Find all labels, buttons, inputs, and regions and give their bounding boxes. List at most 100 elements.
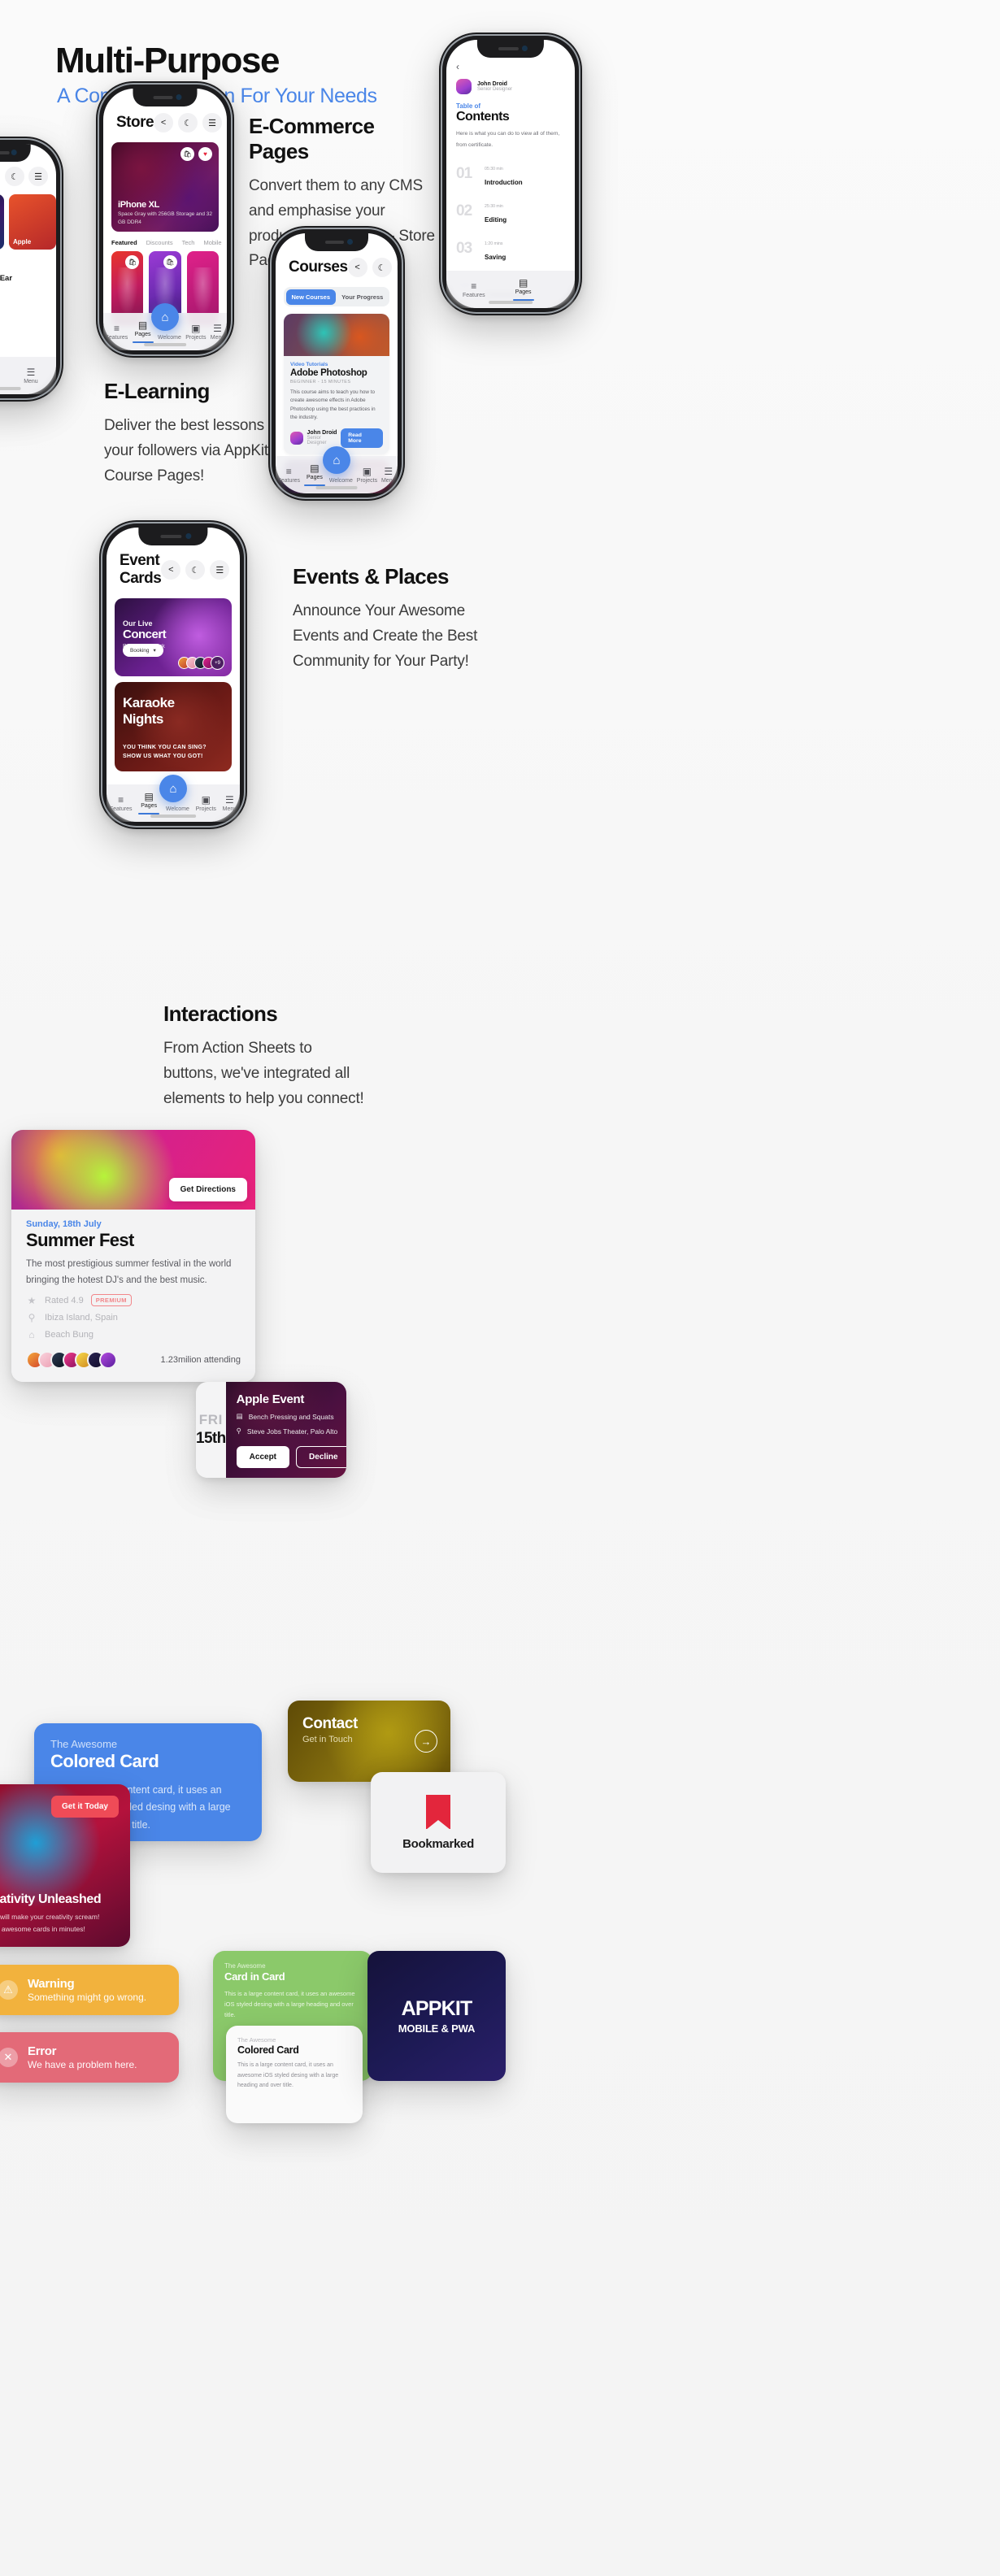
apple-event-card[interactable]: FRI 15th Apple Event ▤ Bench Pressing an… [196,1382,346,1478]
clipboard-icon: ▤ [236,1412,243,1420]
item-number: 01 [456,165,472,183]
bag-icon[interactable]: 🛍 [180,147,194,161]
author-role: Senior Designer [307,436,327,445]
moon-icon[interactable]: ☾ [178,113,198,132]
section-heading: E-Commerce Pages [249,114,375,163]
creativity-card[interactable]: Get it Today Creativity Unleashed Appkit… [0,1784,130,1947]
warning-alert[interactable]: ⚠ Warning Something might go wrong. [0,1965,179,2015]
menu-icon[interactable]: ☰ [202,113,223,132]
decline-button[interactable]: Decline [296,1446,346,1468]
brand-card[interactable]: Samsung [0,194,4,250]
menu-icon: ☰ [213,322,222,334]
tab-features[interactable]: ≡ Features [277,467,300,484]
event-card-concert[interactable]: Our Live Concert Bronx, New York Booking… [115,598,232,676]
list-item[interactable]: 02 25:30 min Editing [456,193,565,230]
welcome-home-button[interactable]: ⌂ [151,303,179,331]
chip-mobile[interactable]: Mobile [203,239,221,246]
booking-dropdown[interactable]: Booking ▾ [123,644,163,657]
share-icon[interactable]: < [154,113,174,132]
moon-icon[interactable]: ☾ [5,167,24,186]
tab-projects[interactable]: ▣ Projects [196,795,216,812]
card-overline: The Awesome [50,1738,118,1750]
item-name: Saving [485,254,507,262]
heart-icon[interactable]: ♥ [198,147,212,161]
segment-new-courses[interactable]: New Courses [285,289,336,305]
product-description: Space Gray with 256GB Storage and 32 GB … [118,211,212,225]
section-body: From Action Sheets to buttons, we've int… [163,1040,364,1107]
tab-pages[interactable]: ▤ Pages [138,792,159,815]
home-indicator [315,486,358,489]
event-title-line1: Karaoke [123,695,175,710]
home-indicator [150,815,196,818]
menu-icon[interactable]: ☰ [28,167,48,186]
card-overline: The Awesome [224,1962,266,1970]
appkit-brand-card[interactable]: APPKIT MOBILE & PWA [367,1951,506,2081]
brand-card[interactable]: Apple [9,194,56,250]
tab-features[interactable]: ≡ Features [463,281,485,298]
read-more-button[interactable]: Read More [341,428,383,448]
section-body: Announce Your Awesome Events and Create … [293,602,478,670]
contact-card[interactable]: Contact Get in Touch → [288,1701,450,1782]
events-title: Event Cards [120,552,162,587]
tab-menu[interactable]: ☰ Menu [381,467,396,484]
event-sub-line1: YOU THINK YOU CAN SING? [123,745,207,751]
moon-icon[interactable]: ☾ [372,258,392,277]
tab-menu[interactable]: ☰ Menu [223,795,237,812]
author-row: John Droid Senior Designer [446,76,575,102]
accept-button[interactable]: Accept [236,1446,290,1468]
brand-card-list: Samsung Apple [0,191,56,250]
tab-pages[interactable]: ▤ Pages [304,463,325,487]
list-item[interactable]: 01 05:30 min Introduction [456,155,565,193]
menu-icon: ☰ [26,366,36,378]
inner-colored-card[interactable]: The Awesome Colored Card This is a large… [226,2026,363,2123]
tab-projects[interactable]: ▣ Projects [185,324,206,341]
course-segmented-control[interactable]: New Courses Your Progress [284,287,389,306]
tab-features[interactable]: ≡ Features [106,324,128,341]
card-overline: The Awesome [237,2036,276,2044]
section-heading: Interactions [163,1001,278,1026]
event-overline: Our Live [123,619,153,628]
menu-icon: ☰ [225,793,234,806]
chip-discounts[interactable]: Discounts [146,239,173,246]
welcome-home-button[interactable]: ⌂ [323,446,350,474]
arrow-right-icon[interactable]: → [415,1730,437,1753]
tab-pages[interactable]: ▤ Pages [513,278,534,302]
tab-pages[interactable]: ▤ Pages [133,320,154,344]
get-it-today-button[interactable]: Get it Today [50,1796,119,1818]
category-chips[interactable]: Featured Discounts Tech Mobile G [103,232,227,251]
share-icon[interactable]: < [347,258,367,277]
pin-icon: ⚲ [236,1427,241,1435]
attendee-avatars: +9 [178,656,224,670]
event-date-block: FRI 15th [196,1382,226,1478]
event-day: 15th [196,1430,226,1447]
get-directions-button[interactable]: Get Directions [168,1178,247,1201]
tab-menu[interactable]: ☰ Menu [211,324,225,341]
item-time: 1:20 mins [485,241,503,247]
tab-features[interactable]: ≡ Features [110,795,133,812]
error-alert[interactable]: ✕ Error We have a problem here. [0,2032,179,2083]
alert-title: Warning [28,1977,75,1991]
tab-menu[interactable]: ☰ Menu [24,367,38,384]
layers-icon: ≡ [471,280,477,292]
location-row: ⚲ Ibiza Island, Spain [26,1312,241,1323]
course-card[interactable]: Video Tutorials Adobe Photoshop BEGINNER… [284,314,389,454]
chip-tech[interactable]: Tech [182,239,195,246]
share-icon[interactable]: < [161,560,181,580]
bookmarked-card[interactable]: Bookmarked [371,1772,506,1873]
summer-fest-card[interactable]: Get Directions Sunday, 18th July Summer … [11,1130,255,1383]
welcome-home-button[interactable]: ⌂ [159,775,187,802]
segment-your-progress[interactable]: Your Progress [337,289,388,305]
menu-icon[interactable]: ☰ [210,560,230,580]
moon-icon[interactable]: ☾ [185,560,206,580]
camera-icon: ▣ [201,793,211,806]
event-card-karaoke[interactable]: Karaoke Nights YOU THINK YOU CAN SING? S… [115,682,232,771]
menu-icon[interactable]: ☰ [396,258,398,277]
chip-featured[interactable]: Featured [111,239,137,246]
bag-icon[interactable]: 🛍 [163,255,177,269]
featured-product-card[interactable]: 🛍 ♥ iPhone XL Space Gray with 256GB Stor… [111,142,219,232]
event-title: Concert [123,628,167,641]
list-item[interactable]: 03 1:20 mins Saving [456,230,565,267]
tab-projects[interactable]: ▣ Projects [357,467,377,484]
phone-mockup-table-of-contents: ‹ John Droid Senior Designer Table of Co… [439,33,582,315]
alert-subtitle: We have a problem here. [28,2059,137,2070]
